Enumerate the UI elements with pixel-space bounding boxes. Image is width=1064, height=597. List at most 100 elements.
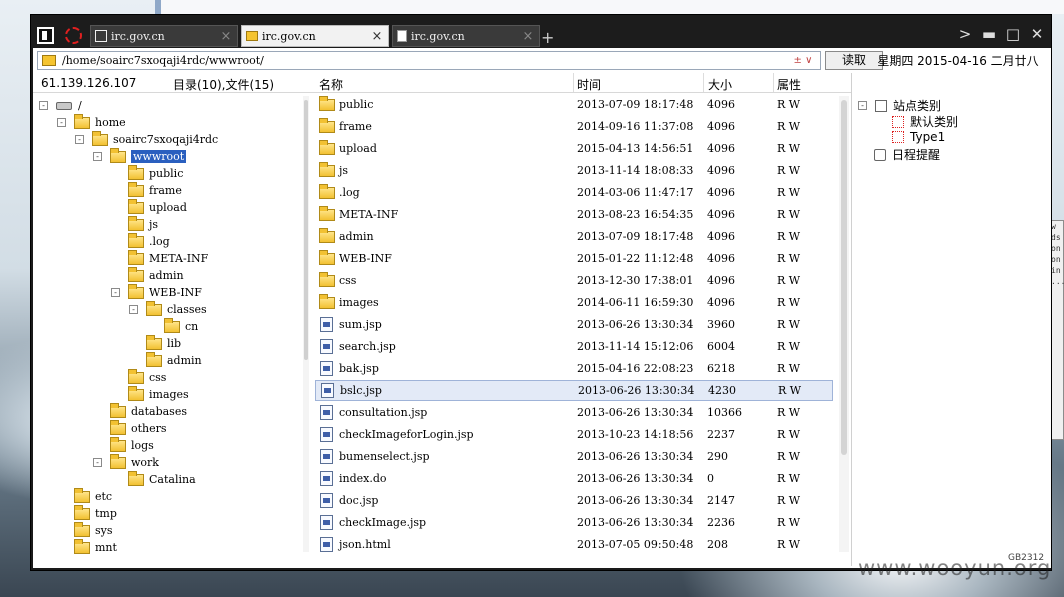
path-input[interactable] — [62, 54, 786, 67]
file-list-scrollbar-thumb[interactable] — [841, 100, 847, 455]
file-row[interactable]: js 2013-11-14 18:08:33 4096 R W — [315, 160, 833, 181]
tree-item[interactable]: - classes — [129, 300, 207, 318]
site-category-node[interactable]: - 站点类别 — [858, 97, 941, 114]
file-time: 2013-06-26 13:30:34 — [577, 318, 694, 331]
file-row[interactable]: .log 2014-03-06 11:47:17 4096 R W — [315, 182, 833, 203]
tree-item[interactable]: logs — [110, 436, 154, 454]
collapse-toggle-icon[interactable]: - — [57, 118, 66, 127]
file-row[interactable]: bumenselect.jsp 2013-06-26 13:30:34 290 R W — [315, 446, 833, 467]
file-row[interactable]: json.html 2013-07-05 09:50:48 208 R W — [315, 534, 833, 555]
file-row[interactable]: public 2013-07-09 18:17:48 4096 R W — [315, 94, 833, 115]
column-header-size[interactable]: 大小 — [708, 76, 732, 93]
file-row[interactable]: bslc.jsp 2013-06-26 13:30:34 4230 R W — [315, 380, 833, 401]
tree-item[interactable]: upload — [128, 198, 187, 216]
chevron-down-icon[interactable]: ± ∨ — [786, 55, 820, 66]
file-row[interactable]: upload 2015-04-13 14:56:51 4096 R W — [315, 138, 833, 159]
tree-item-label: databases — [131, 405, 187, 418]
tree-item[interactable]: - WEB-INF — [111, 283, 202, 301]
tree-item[interactable]: .log — [128, 232, 170, 250]
file-name: sum.jsp — [339, 318, 382, 331]
collapse-toggle-icon[interactable]: - — [129, 305, 138, 314]
tree-item[interactable]: etc — [74, 487, 113, 505]
add-tab-button[interactable]: + — [541, 28, 554, 47]
column-header-attr[interactable]: 属性 — [777, 76, 801, 93]
collapse-toggle-icon[interactable]: - — [39, 101, 48, 110]
app-logo-icon[interactable] — [37, 27, 54, 44]
tree-item[interactable]: - home — [57, 113, 126, 131]
file-row[interactable]: META-INF 2013-08-23 16:54:35 4096 R W — [315, 204, 833, 225]
file-attr: R W — [777, 428, 801, 441]
tree-item[interactable]: databases — [110, 402, 187, 420]
close-icon[interactable]: ✕ — [1029, 25, 1045, 43]
folder-icon — [74, 538, 90, 554]
file-row[interactable]: images 2014-06-11 16:59:30 4096 R W — [315, 292, 833, 313]
tree-item[interactable]: public — [128, 164, 183, 182]
collapse-toggle-icon[interactable]: - — [858, 101, 867, 110]
folder-icon — [128, 232, 144, 248]
file-name: checkImage.jsp — [339, 516, 427, 529]
tree-scrollbar-thumb[interactable] — [304, 100, 308, 360]
collapse-toggle-icon[interactable]: - — [111, 288, 120, 297]
tab-close-icon[interactable]: × — [219, 29, 233, 44]
tree-item[interactable]: - soairc7sxoqaji4rdc — [75, 130, 218, 148]
tree-item[interactable]: - wwwroot — [93, 147, 187, 165]
tab-2-active[interactable]: irc.gov.cn × — [241, 25, 389, 47]
tree-item[interactable]: images — [128, 385, 189, 403]
address-bar[interactable]: ± ∨ — [37, 51, 821, 70]
tree-item[interactable]: tmp — [74, 504, 117, 522]
file-attr: R W — [777, 472, 801, 485]
tree-item[interactable]: Catalina — [128, 470, 196, 488]
tree-item[interactable]: others — [110, 419, 167, 437]
tree-item[interactable]: admin — [146, 351, 202, 369]
chevron-right-icon[interactable]: > — [957, 25, 973, 43]
tab-label: irc.gov.cn — [111, 29, 165, 43]
tree-item[interactable]: cn — [164, 317, 198, 335]
file-row[interactable]: consultation.jsp 2013-06-26 13:30:34 10366… — [315, 402, 833, 423]
tree-item-label: etc — [95, 490, 113, 503]
collapse-toggle-icon[interactable]: - — [93, 152, 102, 161]
file-row[interactable]: sum.jsp 2013-06-26 13:30:34 3960 R W — [315, 314, 833, 335]
file-row[interactable]: doc.jsp 2013-06-26 13:30:34 2147 R W — [315, 490, 833, 511]
column-divider[interactable] — [573, 73, 574, 92]
schedule-node[interactable]: 日程提醒 — [874, 146, 940, 163]
file-row[interactable]: WEB-INF 2015-01-22 11:12:48 4096 R W — [315, 248, 833, 269]
file-row[interactable]: search.jsp 2013-11-14 15:12:06 6004 R W — [315, 336, 833, 357]
default-category-node[interactable]: 默认类别 — [892, 113, 958, 130]
maximize-icon[interactable]: □ — [1005, 25, 1021, 43]
tree-item[interactable]: - / — [39, 97, 82, 114]
tab-3[interactable]: irc.gov.cn × — [392, 25, 540, 47]
tree-item[interactable]: mnt — [74, 538, 117, 556]
tab-1[interactable]: irc.gov.cn × — [90, 25, 238, 47]
file-row[interactable]: checkImageforLogin.jsp 2013-10-23 14:18:5… — [315, 424, 833, 445]
column-divider[interactable] — [773, 73, 774, 92]
collapse-toggle-icon[interactable]: - — [93, 458, 102, 467]
file-row[interactable]: checkImage.jsp 2013-06-26 13:30:34 2236 R W — [315, 512, 833, 533]
collapse-toggle-icon[interactable]: - — [75, 135, 84, 144]
column-header-name[interactable]: 名称 — [319, 76, 343, 93]
file-name: doc.jsp — [339, 494, 379, 507]
file-icon — [320, 361, 333, 376]
file-row[interactable]: frame 2014-09-16 11:37:08 4096 R W — [315, 116, 833, 137]
tree-item[interactable]: sys — [74, 521, 113, 539]
file-row[interactable]: css 2013-12-30 17:38:01 4096 R W — [315, 270, 833, 291]
site-category-label: 站点类别 — [893, 99, 942, 113]
file-row[interactable]: index.do 2013-06-26 13:30:34 0 R W — [315, 468, 833, 489]
file-row[interactable]: admin 2013-07-09 18:17:48 4096 R W — [315, 226, 833, 247]
file-name: search.jsp — [339, 340, 396, 353]
file-row[interactable]: bak.jsp 2015-04-16 22:08:23 6218 R W — [315, 358, 833, 379]
folder-icon — [319, 249, 335, 265]
column-header-time[interactable]: 时间 — [577, 76, 601, 93]
minimize-icon[interactable]: ▬ — [981, 25, 997, 43]
tree-item[interactable]: css — [128, 368, 166, 386]
tree-item[interactable]: frame — [128, 181, 182, 199]
tab-close-icon[interactable]: × — [370, 29, 384, 44]
tree-item[interactable]: js — [128, 215, 158, 233]
tree-item[interactable]: lib — [146, 334, 181, 352]
column-divider[interactable] — [703, 73, 704, 92]
type1-category-node[interactable]: Type1 — [892, 130, 945, 144]
tab-close-icon[interactable]: × — [521, 29, 535, 44]
tree-item[interactable]: META-INF — [128, 249, 208, 267]
tree-item[interactable]: admin — [128, 266, 184, 284]
tree-item[interactable]: - work — [93, 453, 159, 471]
record-icon[interactable] — [65, 27, 82, 44]
